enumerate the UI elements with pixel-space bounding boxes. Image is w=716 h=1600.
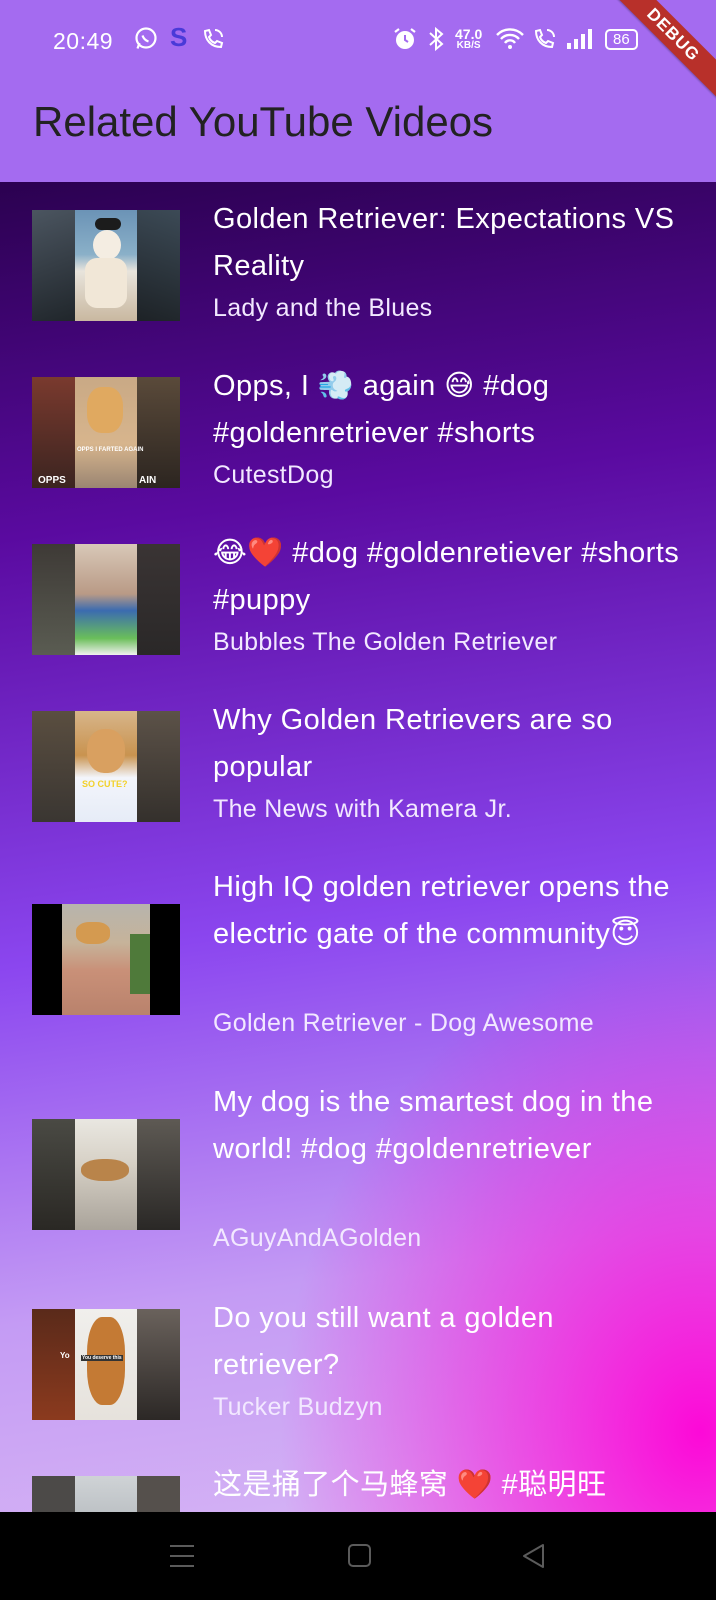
video-title[interactable]: Why Golden Retrievers are so popular	[213, 697, 683, 791]
video-channel: Tucker Budzyn	[213, 1393, 383, 1421]
video-thumbnail[interactable]: OPPS AIN OPPS I FARTED AGAIN	[32, 377, 180, 488]
video-title[interactable]: Opps, I 💨 again 😅 #dog #goldenretriever …	[213, 363, 683, 457]
alarm-icon	[392, 26, 418, 52]
video-title[interactable]: Golden Retriever: Expectations VS Realit…	[213, 196, 683, 290]
app-screen: 20:49 S 47.0 KB/S 86 Related YouTube Vid…	[0, 0, 716, 1512]
video-title[interactable]: My dog is the smartest dog in the world!…	[213, 1079, 683, 1173]
video-channel: Lady and the Blues	[213, 294, 433, 322]
s-app-icon: S	[170, 22, 188, 52]
video-title[interactable]: 😂❤️ #dog #goldenretiever #shorts #puppy	[213, 530, 683, 624]
system-nav-bar	[0, 1512, 716, 1600]
phone-wifi-icon	[200, 26, 226, 52]
video-channel: Golden Retriever - Dog Awesome	[213, 1009, 594, 1037]
video-list[interactable]: Golden Retriever: Expectations VS Realit…	[0, 182, 716, 1512]
video-thumbnail[interactable]: SO CUTE?	[32, 711, 180, 822]
menu-icon[interactable]	[169, 1542, 195, 1575]
battery-icon: 86	[605, 29, 638, 50]
video-thumbnail[interactable]	[32, 544, 180, 655]
signal-icon	[565, 26, 595, 52]
video-thumbnail[interactable]: Yo You deserve this	[32, 1309, 180, 1420]
video-thumbnail[interactable]	[32, 1476, 180, 1512]
video-channel: The News with Kamera Jr.	[213, 795, 512, 823]
page-title: Related YouTube Videos	[33, 98, 494, 145]
bluetooth-icon	[424, 26, 448, 52]
video-thumbnail[interactable]	[32, 210, 180, 321]
video-channel: Bubbles The Golden Retriever	[213, 628, 558, 656]
status-time: 20:49	[53, 28, 114, 54]
video-thumbnail[interactable]	[32, 1119, 180, 1230]
app-bar: 20:49 S 47.0 KB/S 86 Related YouTube Vid…	[0, 0, 716, 182]
video-title[interactable]: 这是捅了个马蜂窝 ❤️ #聪明旺	[213, 1462, 683, 1509]
call-icon	[532, 26, 558, 52]
video-title[interactable]: Do you still want a golden retriever?	[213, 1295, 683, 1389]
back-icon[interactable]	[521, 1542, 547, 1575]
video-channel: AGuyAndAGolden	[213, 1224, 422, 1252]
video-thumbnail[interactable]	[32, 904, 180, 1015]
wifi-icon	[495, 26, 525, 52]
video-title[interactable]: High IQ golden retriever opens the elect…	[213, 864, 683, 958]
whatsapp-icon	[133, 26, 159, 52]
home-icon[interactable]	[347, 1542, 373, 1575]
net-speed: 47.0 KB/S	[455, 26, 483, 51]
video-channel: CutestDog	[213, 461, 334, 489]
status-bar: 20:49 S 47.0 KB/S 86	[0, 0, 716, 84]
